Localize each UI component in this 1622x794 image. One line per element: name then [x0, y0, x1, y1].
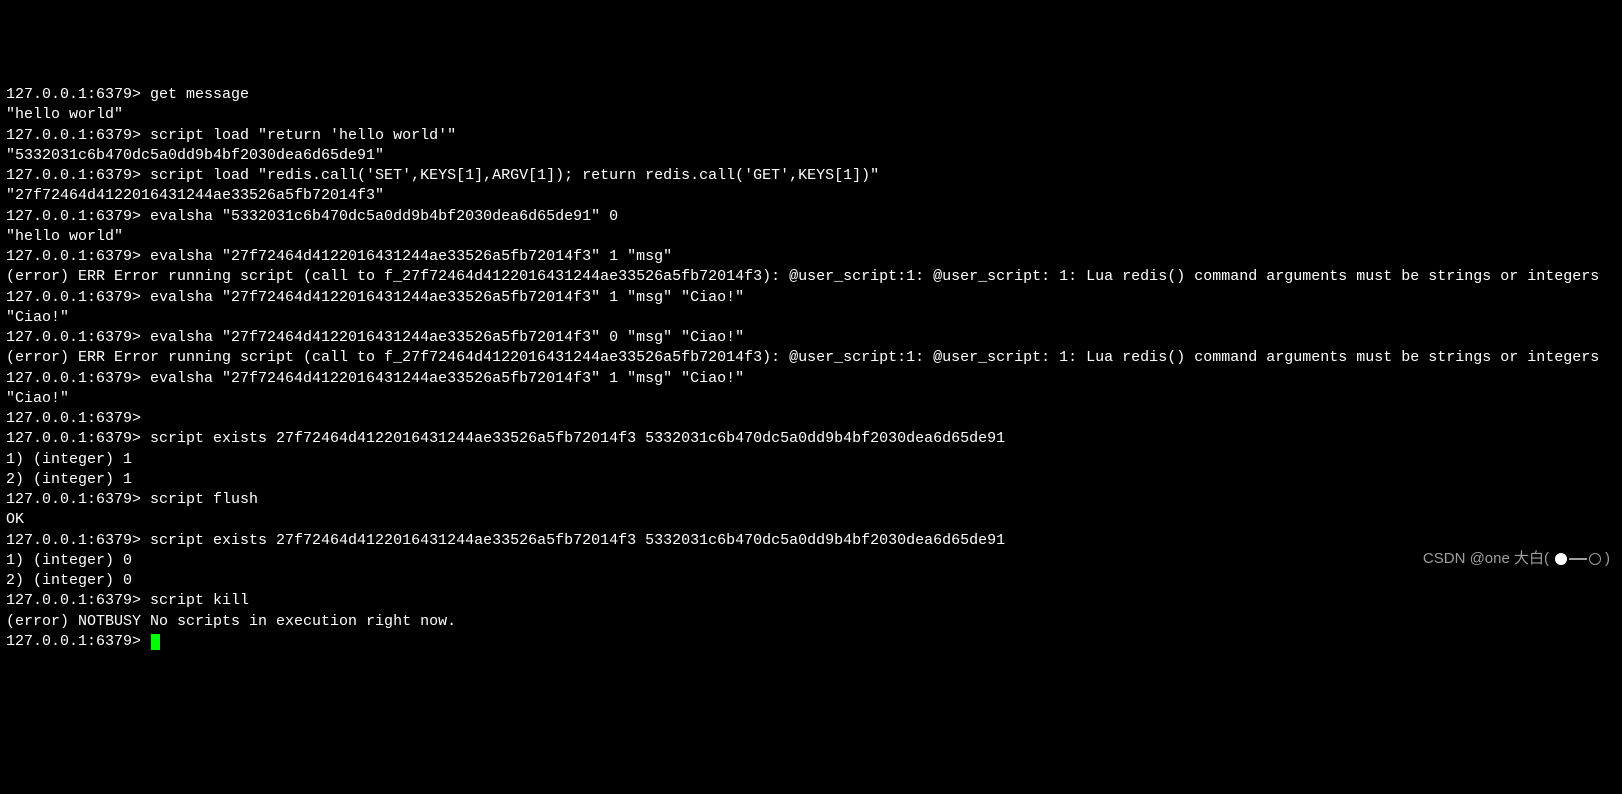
terminal-line: 2) (integer) 1: [6, 470, 1616, 490]
terminal-line: 1) (integer) 0: [6, 551, 1616, 571]
terminal-line: 127.0.0.1:6379>: [6, 632, 1616, 652]
terminal-line: 127.0.0.1:6379> get message: [6, 85, 1616, 105]
terminal-line: 127.0.0.1:6379> script kill: [6, 591, 1616, 611]
terminal-line: 127.0.0.1:6379> script load "redis.call(…: [6, 166, 1616, 186]
toggle-knob-left-icon: [1555, 553, 1567, 565]
terminal-line: 127.0.0.1:6379>: [6, 409, 1616, 429]
terminal-line: "27f72464d4122016431244ae33526a5fb72014f…: [6, 186, 1616, 206]
toggle-icon: [1555, 553, 1601, 565]
terminal-line: "5332031c6b470dc5a0dd9b4bf2030dea6d65de9…: [6, 146, 1616, 166]
watermark-text: CSDN @one 大白(: [1423, 549, 1549, 569]
terminal-line: "Ciao!": [6, 389, 1616, 409]
terminal-line: 127.0.0.1:6379> script exists 27f72464d4…: [6, 531, 1616, 551]
toggle-knob-right-icon: [1589, 553, 1601, 565]
cursor-icon: [151, 634, 160, 650]
terminal-line: (error) NOTBUSY No scripts in execution …: [6, 612, 1616, 632]
terminal-line: 127.0.0.1:6379> evalsha "27f72464d412201…: [6, 288, 1616, 308]
terminal-line: (error) ERR Error running script (call t…: [6, 267, 1616, 287]
terminal-line: 127.0.0.1:6379> script exists 27f72464d4…: [6, 429, 1616, 449]
watermark-close-paren: ): [1605, 549, 1610, 569]
terminal-line: OK: [6, 510, 1616, 530]
terminal-line: "Ciao!": [6, 308, 1616, 328]
terminal-line: (error) ERR Error running script (call t…: [6, 348, 1616, 368]
watermark: CSDN @one 大白( ): [1423, 549, 1610, 569]
terminal-line: 127.0.0.1:6379> evalsha "27f72464d412201…: [6, 247, 1616, 267]
terminal-line: 127.0.0.1:6379> script flush: [6, 490, 1616, 510]
terminal-line: 127.0.0.1:6379> evalsha "27f72464d412201…: [6, 369, 1616, 389]
terminal-line: 127.0.0.1:6379> evalsha "27f72464d412201…: [6, 328, 1616, 348]
toggle-track-icon: [1569, 558, 1587, 560]
terminal-line: "hello world": [6, 227, 1616, 247]
terminal-line: 127.0.0.1:6379> script load "return 'hel…: [6, 126, 1616, 146]
terminal-line: "hello world": [6, 105, 1616, 125]
terminal-line: 1) (integer) 1: [6, 450, 1616, 470]
terminal-line: 2) (integer) 0: [6, 571, 1616, 591]
terminal-line: 127.0.0.1:6379> evalsha "5332031c6b470dc…: [6, 207, 1616, 227]
terminal-output[interactable]: 127.0.0.1:6379> get message"hello world"…: [6, 85, 1616, 652]
